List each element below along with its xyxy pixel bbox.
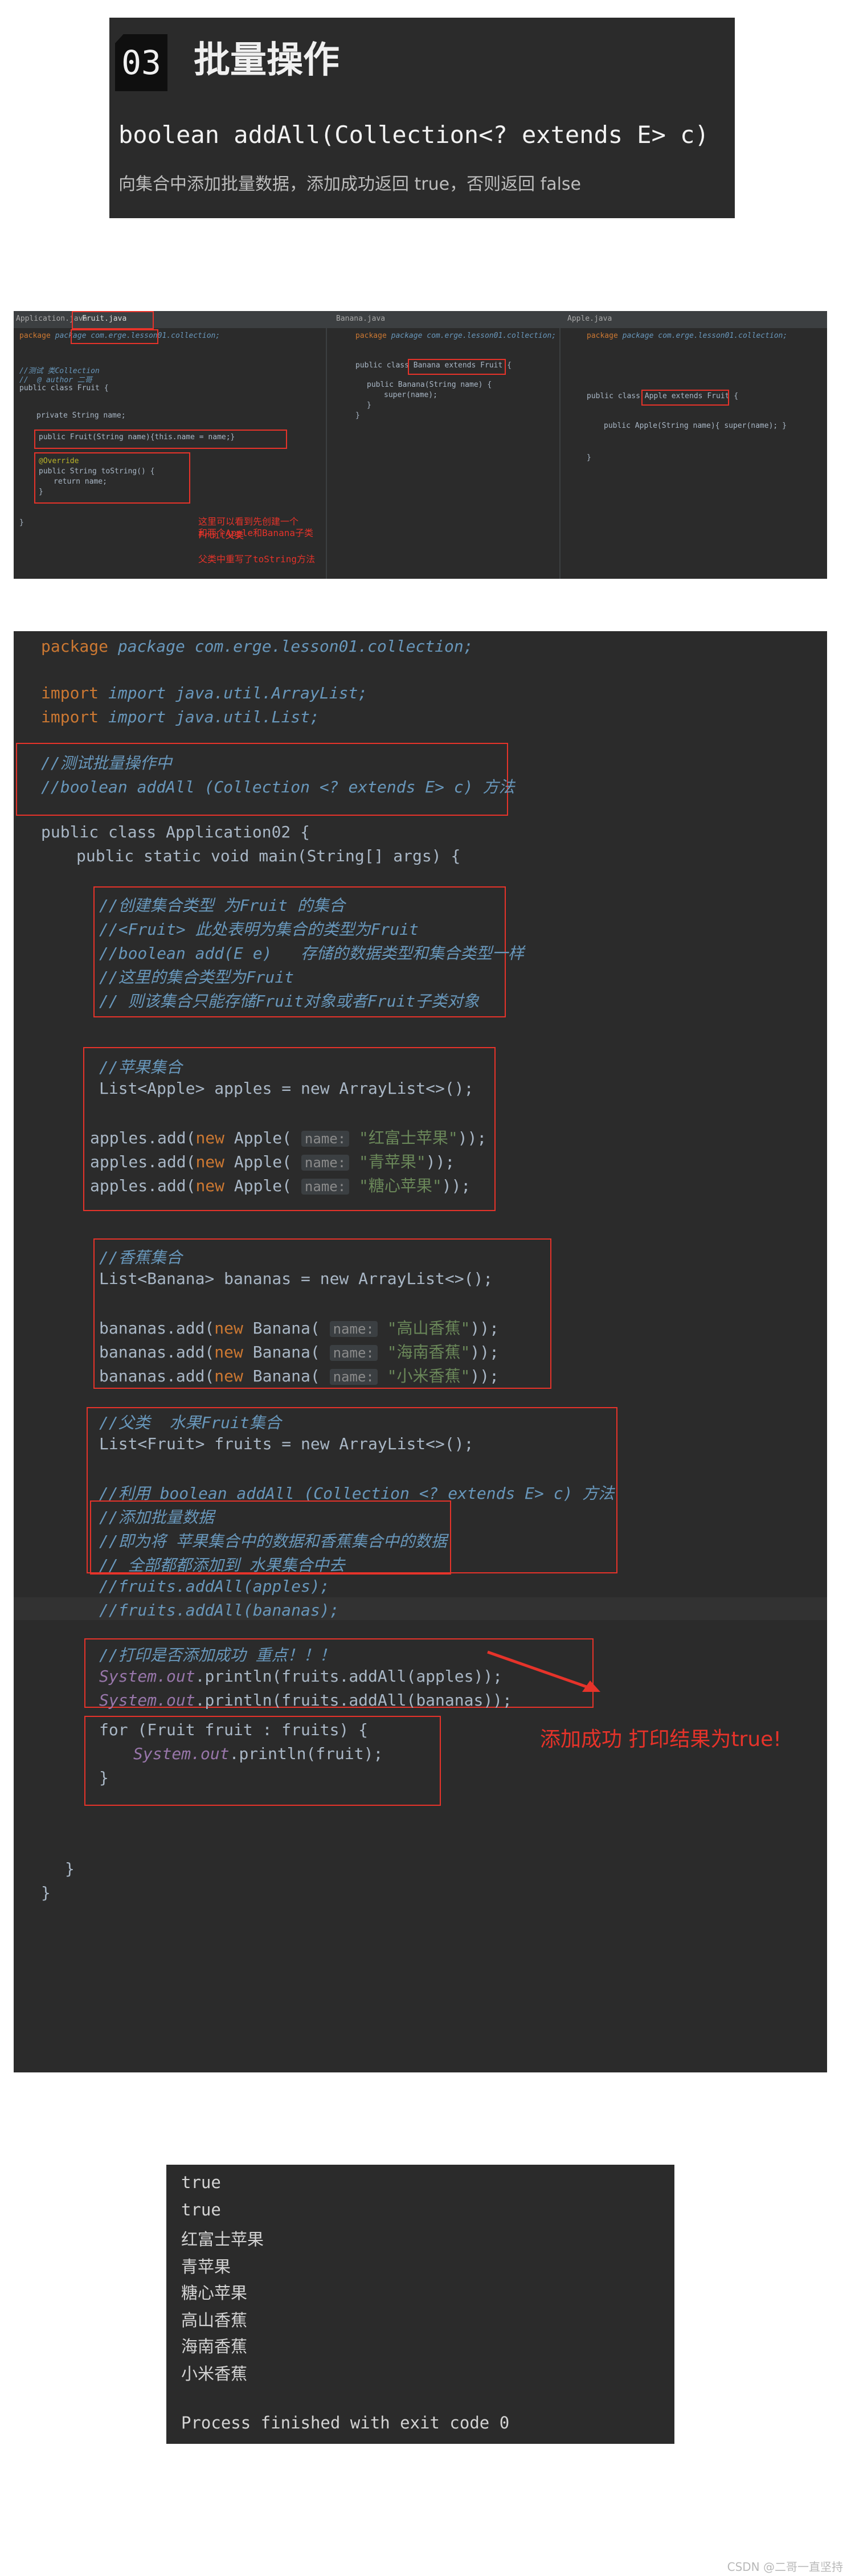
- code-line: bananas.add(new Banana( name: "小米香蕉"));: [99, 1367, 499, 1385]
- code-line: }: [367, 401, 371, 410]
- output-line: 红富士苹果: [181, 2230, 264, 2249]
- highlight-package: [71, 329, 158, 344]
- banana-editor-pane[interactable]: package package com.erge.lesson01.collec…: [333, 328, 560, 579]
- code-line: public Banana(String name) {: [367, 381, 492, 389]
- highlight-constructor: [34, 430, 287, 449]
- code-line: System.out.println(fruits.addAll(apples)…: [99, 1667, 503, 1686]
- code-line: package package com.erge.lesson01.collec…: [355, 332, 557, 340]
- code-line: System.out.println(fruit);: [133, 1744, 383, 1763]
- result-annotation: 添加成功 打印结果为true!: [540, 1728, 782, 1751]
- pane-divider: [326, 328, 327, 579]
- output-line: Process finished with exit code 0: [181, 2413, 510, 2432]
- annotation-arrow: [487, 1650, 600, 1692]
- watermark: CSDN @二哥一直坚持: [727, 2560, 843, 2574]
- code-comment: // 全部都都添加到 水果集合中去: [99, 1556, 345, 1575]
- code-line: }: [99, 1768, 109, 1787]
- code-line: private String name;: [36, 411, 126, 420]
- code-line: }: [19, 518, 24, 527]
- code-editor-screenshot[interactable]: package package com.erge.lesson01.collec…: [14, 631, 827, 2072]
- code-comment: //香蕉集合: [99, 1248, 182, 1267]
- code-line: }: [587, 453, 591, 462]
- code-line: apples.add(new Apple( name: "青苹果"));: [90, 1152, 455, 1171]
- run-output-console: true true 红富士苹果 青苹果 糖心苹果 高山香蕉 海南香蕉 小米香蕉 …: [166, 2165, 674, 2444]
- highlight-tostring: [34, 452, 190, 504]
- output-line: true: [181, 2200, 221, 2219]
- code-comment: //测试批量操作中: [41, 754, 172, 772]
- code-line: super(name);: [384, 391, 437, 399]
- code-comment: // 则该集合只能存储Fruit对象或者Fruit子类对象: [99, 992, 480, 1011]
- code-line: public class Application02 {: [41, 823, 310, 841]
- code-line: }: [65, 1859, 75, 1878]
- output-line: 海南香蕉: [181, 2337, 248, 2356]
- code-comment: //fruits.addAll(bananas);: [99, 1601, 339, 1620]
- code-line: System.out.println(fruits.addAll(bananas…: [99, 1691, 512, 1710]
- apple-editor-pane[interactable]: package package com.erge.lesson01.collec…: [564, 328, 827, 579]
- code-line: import import java.util.ArrayList;: [41, 684, 368, 702]
- code-line: for (Fruit fruit : fruits) {: [99, 1720, 369, 1739]
- code-comment: //父类 水果Fruit集合: [99, 1413, 281, 1432]
- code-comment: // @ author 二哥: [19, 376, 92, 385]
- pane-divider: [559, 328, 560, 579]
- section-title: 批量操作: [194, 39, 339, 81]
- code-line: apples.add(new Apple( name: "红富士苹果"));: [90, 1128, 487, 1147]
- method-description: 向集合中添加批量数据，添加成功返回 true，否则返回 false: [118, 174, 582, 194]
- highlight-fruit-tab: [72, 311, 154, 329]
- code-comment: //打印是否添加成功 重点！！！: [99, 1646, 336, 1665]
- code-line: List<Fruit> fruits = new ArrayList<>();: [99, 1434, 474, 1453]
- code-line: public class Fruit {: [19, 384, 109, 392]
- code-comment: //添加批量数据: [99, 1508, 214, 1527]
- code-line: bananas.add(new Banana( name: "高山香蕉"));: [99, 1319, 499, 1338]
- output-line: 青苹果: [181, 2257, 231, 2276]
- ide-class-panes-screenshot: Application.java Fruit.java Banana.java …: [14, 311, 827, 579]
- code-comment: //创建集合类型 为Fruit 的集合: [99, 896, 345, 915]
- tab-apple[interactable]: Apple.java: [567, 314, 612, 323]
- output-line: 高山香蕉: [181, 2311, 248, 2330]
- section-number-badge: 03: [115, 34, 167, 91]
- code-line: List<Banana> bananas = new ArrayList<>()…: [99, 1269, 493, 1288]
- code-comment: //这里的集合类型为Fruit: [99, 968, 294, 987]
- highlight-banana-class: [408, 359, 506, 375]
- annotation-note: 父类中重写了toString方法: [198, 554, 316, 565]
- code-line: }: [41, 1883, 51, 1902]
- annotation-note: 和两个Apple和Banana子类: [198, 528, 313, 538]
- code-comment: //即为将 苹果集合中的数据和香蕉集合中的数据: [99, 1532, 447, 1551]
- output-line: true: [181, 2173, 221, 2192]
- highlight-apple-class: [641, 390, 729, 406]
- output-line: 小米香蕉: [181, 2364, 248, 2383]
- method-signature: boolean addAll(Collection<? extends E> c…: [118, 121, 709, 149]
- code-comment: //fruits.addAll(apples);: [99, 1577, 330, 1596]
- code-line: import import java.util.List;: [41, 708, 320, 726]
- code-line: package package com.erge.lesson01.collec…: [41, 637, 473, 656]
- fruit-editor-pane[interactable]: package package com.erge.lesson01.collec…: [14, 328, 321, 579]
- code-comment: //boolean add(E e) 存储的数据类型和集合类型一样: [99, 944, 525, 963]
- code-line: public static void main(String[] args) {: [76, 847, 461, 865]
- output-line: 糖心苹果: [181, 2283, 248, 2303]
- code-line: bananas.add(new Banana( name: "海南香蕉"));: [99, 1343, 499, 1361]
- code-comment: //<Fruit> 此处表明为集合的类型为Fruit: [99, 920, 419, 939]
- code-line: apples.add(new Apple( name: "糖心苹果"));: [90, 1176, 471, 1195]
- code-comment: //苹果集合: [99, 1058, 182, 1077]
- tab-banana[interactable]: Banana.java: [336, 314, 385, 323]
- code-line: public Apple(String name){ super(name); …: [604, 422, 787, 430]
- code-line: package package com.erge.lesson01.collec…: [587, 332, 788, 340]
- code-line: List<Apple> apples = new ArrayList<>();: [99, 1079, 474, 1098]
- code-line: }: [355, 411, 360, 420]
- code-comment: //boolean addAll (Collection <? extends …: [41, 778, 515, 796]
